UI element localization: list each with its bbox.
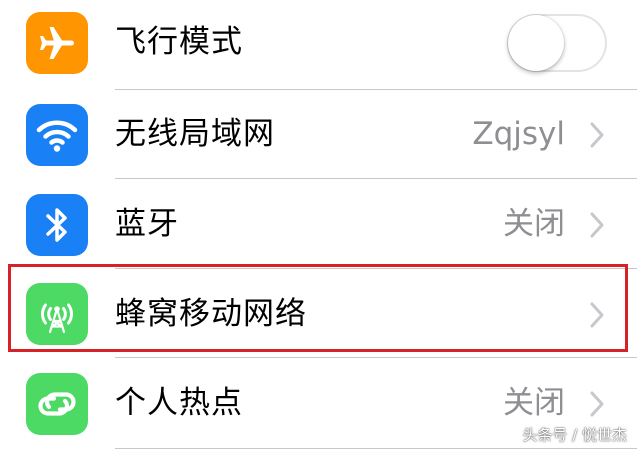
hotspot-link-icon	[26, 373, 88, 435]
airplane-icon	[26, 12, 88, 74]
personal-hotspot-label: 个人热点	[115, 385, 243, 421]
wifi-network-name: Zqjsyl	[472, 116, 565, 152]
bluetooth-status: 关闭	[503, 206, 565, 242]
wifi-icon	[26, 104, 88, 166]
chevron-right-icon	[590, 302, 604, 328]
watermark: 头条号 / 悦世杰	[522, 426, 627, 444]
cellular-antenna-icon	[26, 283, 88, 345]
airplane-mode-row[interactable]: 飞行模式	[0, 0, 637, 90]
settings-screen: 飞行模式 无线局域网 Zqjsyl 蓝牙 关闭 蜂窝移动网络 个人热点 关闭 头…	[0, 0, 637, 451]
wifi-label: 无线局域网	[115, 116, 275, 152]
bluetooth-label: 蓝牙	[115, 206, 179, 242]
row-separator	[115, 357, 637, 358]
airplane-mode-toggle[interactable]	[507, 14, 607, 72]
wifi-row[interactable]: 无线局域网 Zqjsyl	[0, 90, 637, 180]
row-separator	[115, 178, 637, 179]
chevron-right-icon	[590, 212, 604, 238]
toggle-knob	[508, 15, 564, 71]
cellular-label: 蜂窝移动网络	[115, 296, 307, 332]
bluetooth-row[interactable]: 蓝牙 关闭	[0, 180, 637, 270]
bluetooth-icon	[26, 194, 88, 256]
chevron-right-icon	[590, 391, 604, 417]
chevron-right-icon	[590, 122, 604, 148]
cellular-row[interactable]: 蜂窝移动网络	[0, 269, 637, 359]
airplane-mode-label: 飞行模式	[115, 24, 243, 60]
row-separator	[115, 448, 637, 449]
personal-hotspot-status: 关闭	[503, 385, 565, 421]
